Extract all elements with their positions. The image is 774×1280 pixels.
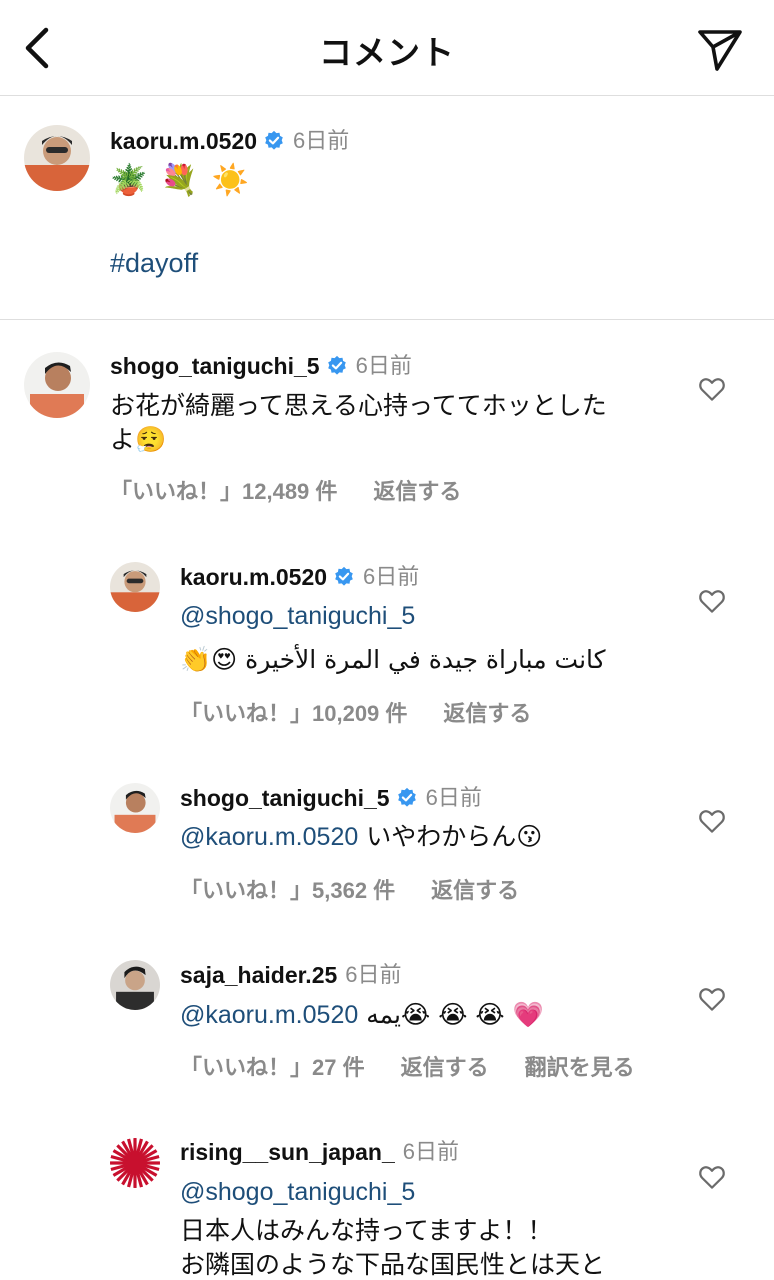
avatar[interactable] — [24, 352, 90, 418]
verified-badge-icon — [265, 130, 283, 150]
comment-meta: rising__sun_japan_ 6日前 — [180, 1137, 459, 1167]
likes-count[interactable]: 「いいね！」10,209 件 — [180, 696, 407, 728]
timestamp: 6日前 — [363, 564, 420, 589]
timestamp: 6日前 — [402, 1139, 459, 1164]
comment-meta: saja_haider.25 6日前 — [180, 960, 402, 990]
comment-actions: 「いいね！」10,209 件 返信する — [180, 696, 567, 728]
timestamp: 6日前 — [345, 962, 402, 987]
heart-icon[interactable] — [697, 586, 727, 616]
caption-emojis: 🪴 💐 ☀️ — [110, 163, 252, 198]
caption-meta: kaoru.m.0520 6日前 — [110, 126, 349, 156]
heart-icon[interactable] — [697, 1162, 727, 1192]
avatar[interactable] — [24, 125, 90, 191]
username[interactable]: rising__sun_japan_ — [180, 1137, 395, 1167]
comment-text-line: よ😮‍💨 — [110, 425, 167, 454]
reply-button[interactable]: 返信する — [443, 696, 531, 728]
header-bar: コメント — [0, 0, 774, 96]
heart-icon[interactable] — [697, 374, 727, 404]
username[interactable]: shogo_taniguchi_5 — [110, 351, 320, 381]
comment-text: 日本人はみんな持ってますよ！！ お隣国のような下品な国民性とは天と — [180, 1214, 660, 1280]
post-caption: kaoru.m.0520 6日前 🪴 💐 ☀️ #dayoff — [0, 96, 774, 320]
username[interactable]: saja_haider.25 — [180, 960, 337, 990]
comment-meta: kaoru.m.0520 6日前 — [180, 562, 419, 592]
comment-text-content: يمه😭 😭 😭 💗 — [358, 1000, 544, 1029]
comment-text: كانت مباراة جيدة في المرة الأخيرة 😍👏 — [180, 645, 606, 674]
likes-count[interactable]: 「いいね！」27 件 — [180, 1050, 365, 1082]
avatar[interactable] — [110, 1138, 160, 1188]
share-button[interactable] — [694, 24, 746, 76]
username[interactable]: kaoru.m.0520 — [110, 126, 257, 156]
reply-button[interactable]: 返信する — [401, 1050, 489, 1082]
timestamp: 6日前 — [355, 353, 412, 378]
comment-text-line: お花が綺麗って思える心持っててホッとした — [110, 392, 607, 420]
heart-icon[interactable] — [697, 984, 727, 1014]
hashtag-link[interactable]: #dayoff — [110, 246, 198, 280]
comment-text-line: 日本人はみんな持ってますよ！！ — [180, 1217, 553, 1245]
mention-link[interactable]: @kaoru.m.0520 — [180, 1001, 358, 1029]
page-title: コメント — [319, 34, 455, 71]
mention-link[interactable]: @shogo_taniguchi_5 — [180, 1175, 415, 1209]
comment-actions: 「いいね！」12,489 件 返信する — [110, 474, 497, 506]
mention-link[interactable]: @shogo_taniguchi_5 — [180, 599, 415, 633]
avatar[interactable] — [110, 562, 160, 612]
avatar[interactable] — [110, 960, 160, 1010]
likes-count[interactable]: 「いいね！」5,362 件 — [180, 873, 395, 905]
comment-meta: shogo_taniguchi_5 6日前 — [110, 351, 412, 381]
username[interactable]: shogo_taniguchi_5 — [180, 783, 390, 813]
reply-button[interactable]: 返信する — [431, 873, 519, 905]
timestamp: 6日前 — [293, 128, 350, 153]
comment-text-line: お隣国のような下品な国民性とは天と — [180, 1251, 606, 1279]
verified-badge-icon — [327, 355, 346, 375]
mention-link[interactable]: @kaoru.m.0520 — [180, 823, 358, 851]
heart-icon[interactable] — [697, 806, 727, 836]
comment-text-content: いやわからん😗 — [358, 822, 543, 851]
translate-button[interactable]: 翻訳を見る — [525, 1050, 635, 1082]
comment-actions: 「いいね！」27 件 返信する 翻訳を見る — [180, 1050, 671, 1082]
avatar[interactable] — [110, 783, 160, 833]
timestamp: 6日前 — [425, 785, 482, 810]
verified-badge-icon — [397, 787, 416, 807]
comment-actions: 「いいね！」5,362 件 返信する — [180, 873, 555, 905]
reply-button[interactable]: 返信する — [373, 474, 461, 506]
verified-badge-icon — [335, 566, 353, 586]
username[interactable]: kaoru.m.0520 — [180, 562, 327, 592]
comment-text: お花が綺麗って思える心持っててホッとした よ😮‍💨 — [110, 389, 670, 457]
comment-meta: shogo_taniguchi_5 6日前 — [180, 783, 482, 813]
comment-text: @kaoru.m.0520 يمه😭 😭 😭 💗 — [180, 998, 544, 1032]
likes-count[interactable]: 「いいね！」12,489 件 — [110, 474, 337, 506]
send-icon — [698, 30, 742, 71]
comment-text: @kaoru.m.0520 いやわからん😗 — [180, 820, 542, 854]
